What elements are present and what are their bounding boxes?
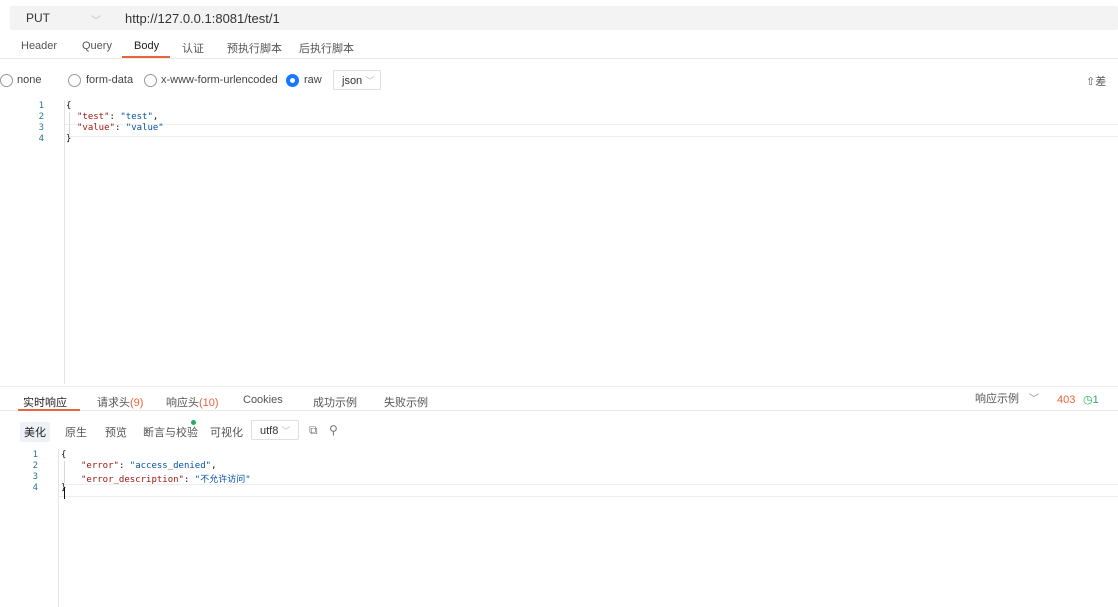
beautify-button[interactable]: 美化 [20, 422, 50, 442]
code-brace-open: { [66, 101, 72, 111]
line-number: 3 [32, 472, 38, 482]
count-badge: (9) [130, 397, 144, 409]
indent-guide [64, 461, 65, 483]
tab-success-example[interactable]: 成功示例 [313, 394, 357, 410]
code-brace-close: } [66, 134, 72, 144]
request-body-editor[interactable]: 1 2 3 4 { "test": "test", "value": "valu… [0, 100, 1118, 384]
status-code: 403 [1057, 394, 1076, 406]
response-toolbar: 美化 原生 预览 断言与校验 可视化 utf8 ﹀ ⧉ ⚲ [0, 418, 1118, 442]
gutter-divider [64, 100, 65, 384]
line-number: 2 [32, 461, 38, 471]
json-key: "test" [77, 112, 110, 122]
format-label: json [342, 75, 363, 87]
tab-body[interactable]: Body [134, 40, 159, 52]
json-value: "access_denied" [129, 461, 212, 471]
url-input[interactable]: http://127.0.0.1:8081/test/1 [125, 11, 280, 26]
request-tabs: Header Query Body 认证 预执行脚本 后执行脚本 [0, 34, 1118, 59]
select-label: 响应示例 [975, 393, 1019, 405]
tab-label: 请求头 [97, 397, 130, 409]
radio-urlencoded[interactable] [144, 74, 157, 87]
response-body-viewer[interactable]: 1 2 3 4 { "error": "access_denied", "err… [0, 449, 1118, 607]
upload-button[interactable]: ⇧差 [1086, 73, 1106, 89]
indent-guide [69, 112, 70, 134]
radio-form-data[interactable] [68, 74, 81, 87]
charset-select[interactable]: utf8 ﹀ [251, 420, 299, 440]
count-badge: (10) [199, 397, 219, 409]
radio-raw[interactable] [286, 74, 299, 87]
json-key: "error_description" [81, 475, 184, 485]
url-bar: PUT ﹀ http://127.0.0.1:8081/test/1 [10, 6, 1118, 30]
json-value: "value" [125, 123, 164, 133]
text-cursor [64, 487, 65, 499]
method-label: PUT [26, 11, 50, 25]
tab-label: 响应头 [166, 397, 199, 409]
code-line-2: "test": "test", [77, 112, 159, 122]
radio-none[interactable] [0, 74, 13, 87]
radio-urlencoded-label[interactable]: x-www-form-urlencoded [161, 74, 278, 86]
current-line-highlight [65, 124, 1118, 137]
gutter-divider [58, 449, 59, 607]
json-value: "test" [120, 112, 153, 122]
tab-auth[interactable]: 认证 [182, 40, 204, 56]
code-brace-open: { [61, 450, 67, 460]
charset-label: utf8 [260, 425, 279, 437]
json-key: "error" [81, 461, 119, 471]
line-number: 1 [32, 450, 38, 460]
chevron-down-icon[interactable]: ﹀ [91, 12, 101, 27]
json-key: "value" [77, 123, 115, 133]
response-tabs: 实时响应 请求头(9) 响应头(10) Cookies 成功示例 失败示例 响应… [0, 386, 1118, 411]
code-line-3: "error_description": "不允许访问" [81, 475, 251, 485]
search-icon[interactable]: ⚲ [329, 423, 338, 437]
tab-pre-script[interactable]: 预执行脚本 [227, 40, 282, 56]
response-example-select[interactable]: 响应示例 ﹀ [975, 390, 1039, 406]
tab-post-script[interactable]: 后执行脚本 [299, 40, 354, 56]
visualize-button[interactable]: 可视化 [210, 424, 243, 440]
current-line-highlight [59, 484, 1118, 497]
chevron-down-icon: ﹀ [281, 426, 291, 436]
raw-button[interactable]: 原生 [65, 424, 87, 440]
code-line-2: "error": "access_denied", [81, 461, 217, 471]
line-number: 2 [38, 112, 44, 122]
radio-form-data-label[interactable]: form-data [86, 74, 133, 86]
status-dot [191, 420, 196, 425]
radio-raw-label[interactable]: raw [304, 74, 322, 86]
tab-cookies[interactable]: Cookies [243, 394, 283, 406]
radio-none-label[interactable]: none [17, 74, 41, 86]
assert-button[interactable]: 断言与校验 [143, 424, 198, 440]
active-tab-indicator [122, 56, 170, 58]
line-number: 4 [38, 134, 44, 144]
preview-button[interactable]: 预览 [105, 424, 127, 440]
tab-realtime-response[interactable]: 实时响应 [23, 394, 67, 410]
tab-request-headers[interactable]: 请求头(9) [97, 394, 143, 410]
active-tab-indicator [18, 409, 80, 411]
chevron-down-icon: ﹀ [365, 76, 375, 86]
line-number: 3 [38, 123, 44, 133]
json-value: "不允许访问" [194, 475, 251, 485]
format-select[interactable]: json ﹀ [333, 70, 381, 90]
response-time: ◷1 [1083, 394, 1099, 406]
tab-fail-example[interactable]: 失败示例 [384, 394, 428, 410]
line-number: 4 [32, 483, 38, 493]
tab-header[interactable]: Header [21, 40, 57, 52]
body-type-selector: none form-data x-www-form-urlencoded raw… [0, 68, 1118, 94]
line-number: 1 [38, 101, 44, 111]
tab-query[interactable]: Query [82, 40, 112, 52]
tab-response-headers[interactable]: 响应头(10) [166, 394, 219, 410]
chevron-down-icon: ﹀ [1029, 394, 1039, 405]
code-line-3: "value": "value" [77, 123, 164, 133]
method-select[interactable]: PUT [10, 6, 86, 30]
copy-icon[interactable]: ⧉ [309, 423, 318, 438]
